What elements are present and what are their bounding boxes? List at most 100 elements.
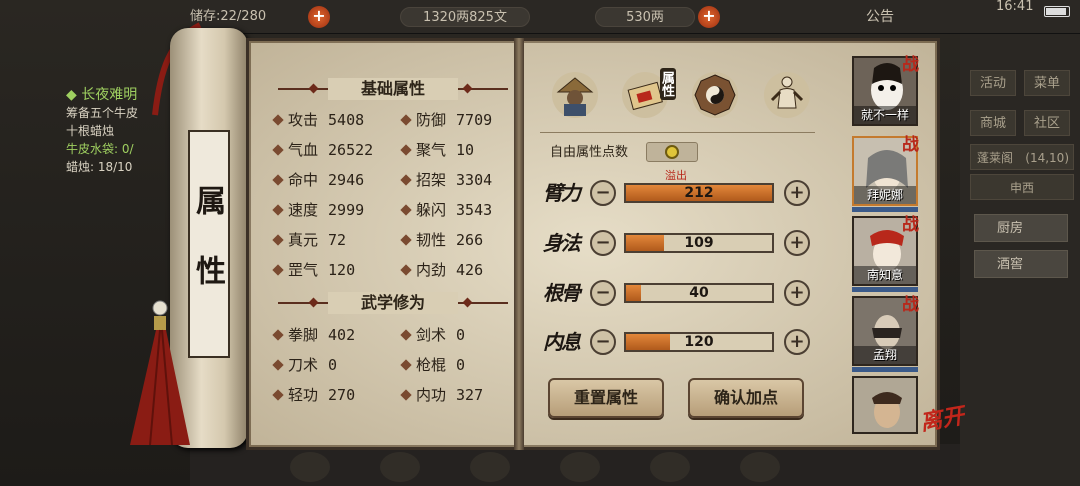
stat-inner-skill: 内功 327 bbox=[400, 384, 483, 406]
attr-name-agility: 身法 bbox=[543, 231, 581, 255]
location-name: 蓬莱阁 bbox=[977, 151, 1014, 165]
stat-sword: 剑术 0 bbox=[400, 324, 465, 346]
stat-hit: 命中 2946 bbox=[272, 169, 364, 191]
room-kitchen[interactable]: 厨房 bbox=[974, 214, 1068, 242]
tassel-decoration bbox=[130, 300, 190, 446]
stat-lightness: 轻功 270 bbox=[272, 384, 355, 406]
decrease-strength-button[interactable]: − bbox=[590, 180, 616, 206]
party-portrait-5[interactable] bbox=[852, 376, 918, 434]
overflow-label: 溢出 bbox=[665, 169, 687, 182]
bottom-icon[interactable] bbox=[290, 452, 330, 482]
stat-spear: 枪棍 0 bbox=[400, 354, 465, 376]
room-cellar[interactable]: 酒窖 bbox=[974, 250, 1068, 278]
stat-true-energy: 真元 72 bbox=[272, 229, 346, 251]
attr-value: 109 bbox=[684, 235, 714, 251]
menu-button[interactable]: 菜单 bbox=[1024, 70, 1070, 96]
confirm-points-button[interactable]: 确认加点 bbox=[688, 378, 804, 418]
stat-toughness: 韧性 266 bbox=[400, 229, 483, 251]
party-hp-bar bbox=[852, 287, 918, 292]
attr-bar-constitution: 40 bbox=[624, 283, 774, 303]
decrease-constitution-button[interactable]: − bbox=[590, 280, 616, 306]
reset-attributes-button[interactable]: 重置属性 bbox=[548, 378, 664, 418]
party-name: 就不一样 bbox=[854, 106, 916, 124]
attr-name-constitution: 根骨 bbox=[543, 281, 581, 305]
room-kitchen-label: 厨房 bbox=[997, 221, 1024, 236]
battle-mark: 战 bbox=[902, 295, 919, 315]
martial-title: 武学修为 bbox=[328, 292, 458, 314]
location-coord: (14,10) bbox=[1025, 151, 1069, 165]
decrease-agility-button[interactable]: − bbox=[590, 230, 616, 256]
party-hp-bar bbox=[852, 367, 918, 372]
party-hp-bar bbox=[852, 207, 918, 212]
leave-button[interactable]: 离开 bbox=[918, 403, 974, 456]
increase-inner-breath-button[interactable]: + bbox=[784, 329, 810, 355]
increase-agility-button[interactable]: + bbox=[784, 230, 810, 256]
basic-attributes-title: 基础属性 bbox=[328, 78, 458, 100]
bottom-icon[interactable] bbox=[740, 452, 780, 482]
notice-button[interactable]: 公告 bbox=[866, 6, 894, 28]
stat-speed: 速度 2999 bbox=[272, 199, 364, 221]
quest-line: 牛皮水袋: 0/ bbox=[66, 142, 134, 156]
stat-inner-force: 内劲 426 bbox=[400, 259, 483, 281]
stat-hp: 气血 26522 bbox=[272, 139, 373, 161]
stat-blade: 刀术 0 bbox=[272, 354, 337, 376]
battery-icon bbox=[1044, 6, 1070, 17]
stat-parry: 招架 3304 bbox=[400, 169, 492, 191]
add-storage-button[interactable]: + bbox=[308, 6, 330, 28]
battle-mark: 战 bbox=[902, 215, 919, 235]
attr-value: 40 bbox=[689, 285, 709, 301]
quest-line: 蜡烛: 18/10 bbox=[66, 160, 133, 174]
body-meridian-icon bbox=[764, 72, 810, 118]
battle-mark: 战 bbox=[902, 135, 919, 155]
free-points-coin-icon bbox=[665, 145, 679, 159]
panel-divider bbox=[514, 38, 524, 450]
increase-constitution-button[interactable]: + bbox=[784, 280, 810, 306]
community-button[interactable]: 社区 bbox=[1024, 110, 1070, 136]
tab-character[interactable] bbox=[550, 70, 600, 120]
quest-line: 十根蜡烛 bbox=[66, 124, 115, 138]
party-name: 南知意 bbox=[854, 266, 916, 284]
bottom-icon[interactable] bbox=[470, 452, 510, 482]
top-bar: 储存:22/280 + 1320两825文 530两 + 公告 16:41 bbox=[190, 0, 1080, 34]
bottom-icon[interactable] bbox=[560, 452, 600, 482]
active-tab-label: 属性 bbox=[659, 68, 676, 100]
attr-bar-strength: 212 bbox=[624, 183, 774, 203]
room-cellar-label: 酒窖 bbox=[997, 257, 1024, 272]
decrease-inner-breath-button[interactable]: − bbox=[590, 329, 616, 355]
silver-amount: 1320两825文 bbox=[400, 7, 530, 27]
attr-name-strength: 臂力 bbox=[543, 181, 581, 205]
stat-focus: 聚气 10 bbox=[400, 139, 474, 161]
battle-mark: 战 bbox=[902, 55, 919, 75]
character-avatar bbox=[854, 378, 916, 432]
add-gold-button[interactable]: + bbox=[698, 6, 720, 28]
party-name: 孟翔 bbox=[854, 346, 916, 364]
attr-bar-inner-breath: 120 bbox=[624, 332, 774, 352]
free-points-label: 自由属性点数 bbox=[550, 145, 629, 160]
increase-strength-button[interactable]: + bbox=[784, 180, 810, 206]
straw-hat-icon bbox=[552, 72, 598, 118]
shop-button[interactable]: 商城 bbox=[970, 110, 1016, 136]
stat-attack: 攻击 5408 bbox=[272, 109, 364, 131]
clock: 16:41 bbox=[996, 0, 1034, 14]
stat-dodge: 躲闪 3543 bbox=[400, 199, 492, 221]
right-menu: 活动 菜单 商城 社区 蓬莱阁 (14,10) 申西 厨房 酒窖 bbox=[960, 34, 1080, 486]
bottom-bar bbox=[190, 444, 960, 486]
tab-meridian[interactable] bbox=[762, 70, 812, 120]
bottom-icon[interactable] bbox=[650, 452, 690, 482]
bottom-icon[interactable] bbox=[380, 452, 420, 482]
scroll-title: 属性 bbox=[188, 130, 230, 358]
attr-bar-agility: 109 bbox=[624, 233, 774, 253]
attr-value: 120 bbox=[684, 334, 714, 350]
activity-button[interactable]: 活动 bbox=[970, 70, 1016, 96]
gold-amount: 530两 bbox=[595, 7, 695, 27]
tab-bagua[interactable] bbox=[690, 70, 740, 120]
bagua-icon bbox=[692, 72, 738, 118]
stat-defense: 防御 7709 bbox=[400, 109, 492, 131]
stat-fist: 拳脚 402 bbox=[272, 324, 355, 346]
tab-underline bbox=[540, 132, 815, 133]
attr-value: 212 bbox=[684, 185, 714, 201]
party-name: 拜妮娜 bbox=[854, 186, 916, 204]
attr-name-inner-breath: 内息 bbox=[543, 330, 581, 354]
stat-gang-qi: 罡气 120 bbox=[272, 259, 355, 281]
location-label: 蓬莱阁 (14,10) bbox=[970, 144, 1074, 170]
